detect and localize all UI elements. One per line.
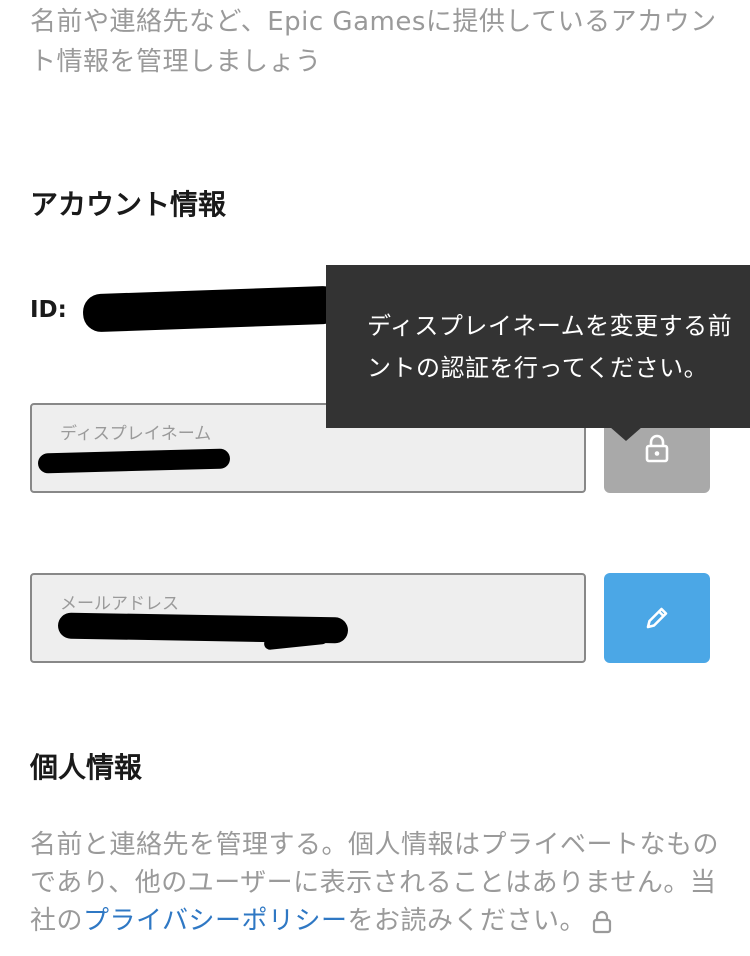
account-section-title: アカウント情報	[30, 188, 227, 221]
display-name-tooltip: ディスプレイネームを変更する前 ントの認証を行ってください。	[326, 265, 750, 428]
redaction-mark	[37, 448, 231, 474]
display-name-label: ディスプレイネーム	[60, 424, 212, 444]
personal-section-title: 個人情報	[30, 751, 143, 784]
tooltip-line-2: ントの認証を行ってください。	[367, 354, 709, 382]
lock-icon	[645, 434, 669, 463]
personal-desc-tail: をお読みください。	[347, 906, 587, 936]
pencil-icon	[646, 607, 668, 629]
edit-email-button[interactable]	[604, 573, 710, 663]
redaction-mark	[82, 285, 342, 333]
email-label: メールアドレス	[60, 594, 179, 614]
id-label: ID:	[30, 297, 67, 323]
lock-icon	[592, 910, 612, 933]
tooltip-arrow	[610, 427, 642, 441]
personal-description: 名前と連絡先を管理する。個人情報はプライベートなものであり、他のユーザーに表示さ…	[30, 826, 720, 940]
email-field[interactable]: メールアドレス	[30, 573, 586, 663]
intro-text: 名前や連絡先など、Epic Gamesに提供しているアカウント情報を管理しましょ…	[30, 7, 717, 77]
privacy-policy-link[interactable]: プライバシーポリシー	[83, 906, 347, 936]
account-settings-page: 名前や連絡先など、Epic Gamesに提供しているアカウント情報を管理しましょ…	[0, 0, 750, 956]
tooltip-line-1: ディスプレイネームを変更する前	[367, 312, 733, 340]
